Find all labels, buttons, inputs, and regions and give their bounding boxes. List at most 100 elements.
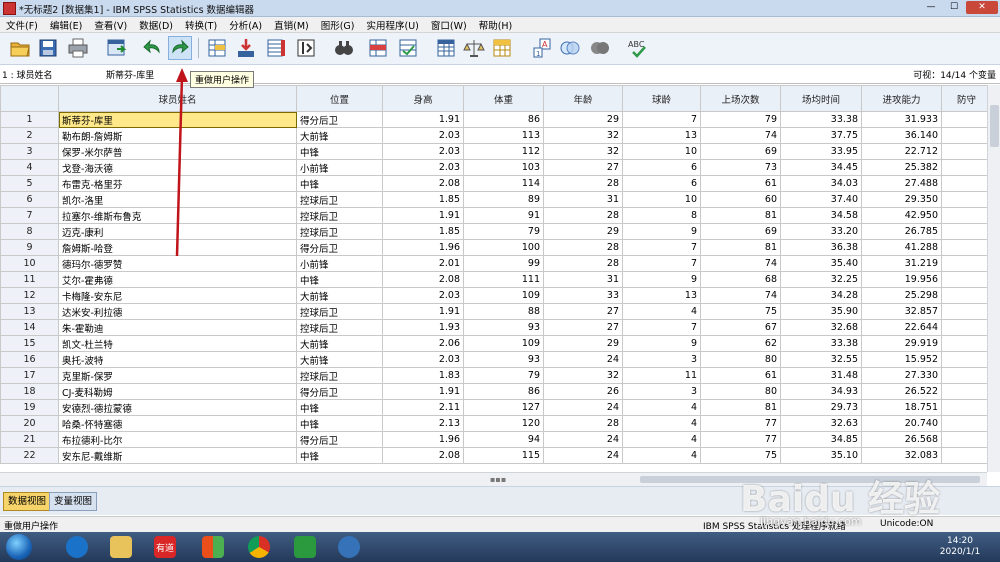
insert-cases-icon[interactable] xyxy=(366,36,390,60)
table-cell[interactable]: 布拉德利-比尔 xyxy=(58,431,297,448)
column-header[interactable]: 球员姓名 xyxy=(58,85,297,112)
horizontal-scroll-thumb[interactable] xyxy=(640,476,980,483)
table-cell[interactable]: 79 xyxy=(463,367,544,384)
row-number[interactable]: 9 xyxy=(0,239,59,256)
row-number[interactable]: 20 xyxy=(0,415,59,432)
sogou-icon[interactable] xyxy=(58,534,96,560)
table-cell[interactable] xyxy=(941,287,992,304)
table-cell[interactable]: 18.751 xyxy=(861,399,942,416)
table-cell[interactable]: 9 xyxy=(622,223,701,240)
table-cell[interactable]: 得分后卫 xyxy=(296,431,383,448)
table-cell[interactable]: 得分后卫 xyxy=(296,111,383,128)
goto-case-icon[interactable] xyxy=(205,36,229,60)
column-header[interactable]: 年龄 xyxy=(543,85,623,112)
table-cell[interactable]: 33.20 xyxy=(780,223,862,240)
horizontal-scrollbar[interactable]: ▪▪▪ xyxy=(0,472,987,486)
table-cell[interactable] xyxy=(941,367,992,384)
table-row[interactable]: 4 戈登-海沃德 小前锋 2.03 103 27 6 73 34.45 25.382 xyxy=(0,159,992,176)
table-cell[interactable]: 22.644 xyxy=(861,319,942,336)
table-cell[interactable]: 61 xyxy=(700,175,781,192)
column-header[interactable]: 防守 xyxy=(941,85,992,112)
table-cell[interactable]: 控球后卫 xyxy=(296,367,383,384)
table-cell[interactable]: 74 xyxy=(700,127,781,144)
table-cell[interactable]: 2.03 xyxy=(382,351,464,368)
table-cell[interactable]: 德玛尔-德罗赞 xyxy=(58,255,297,272)
table-cell[interactable]: 75 xyxy=(700,447,781,464)
table-row[interactable]: 8 迈克-康利 控球后卫 1.85 79 29 9 69 33.20 26.785 xyxy=(0,223,992,240)
table-cell[interactable]: 20.740 xyxy=(861,415,942,432)
table-cell[interactable]: 25.382 xyxy=(861,159,942,176)
table-row[interactable]: 10 德玛尔-德罗赞 小前锋 2.01 99 28 7 74 35.40 31.219 xyxy=(0,255,992,272)
table-cell[interactable]: 1.85 xyxy=(382,191,464,208)
table-cell[interactable]: 99 xyxy=(463,255,544,272)
table-row[interactable]: 3 保罗-米尔萨普 中锋 2.03 112 32 10 69 33.95 22.712 xyxy=(0,143,992,160)
table-cell[interactable] xyxy=(941,383,992,400)
table-cell[interactable]: 2.13 xyxy=(382,415,464,432)
minimize-button[interactable]: — xyxy=(920,1,942,14)
table-cell[interactable]: 大前锋 xyxy=(296,335,383,352)
table-cell[interactable]: 2.08 xyxy=(382,175,464,192)
youdao-icon[interactable]: 有道 xyxy=(146,534,184,560)
table-cell[interactable]: 中锋 xyxy=(296,143,383,160)
table-cell[interactable]: 33 xyxy=(543,287,623,304)
start-button[interactable] xyxy=(6,534,32,560)
table-cell[interactable]: 4 xyxy=(622,431,701,448)
table-cell[interactable]: 100 xyxy=(463,239,544,256)
office-icon[interactable] xyxy=(194,534,232,560)
row-number[interactable]: 18 xyxy=(0,383,59,400)
table-cell[interactable]: 中锋 xyxy=(296,175,383,192)
vertical-scrollbar[interactable] xyxy=(987,85,1000,472)
table-cell[interactable] xyxy=(941,207,992,224)
table-row[interactable]: 21 布拉德利-比尔 得分后卫 1.96 94 24 4 77 34.85 26.568 xyxy=(0,431,992,448)
column-header[interactable]: 球龄 xyxy=(622,85,701,112)
select-cases-icon[interactable] xyxy=(490,36,514,60)
table-cell[interactable]: 24 xyxy=(543,447,623,464)
table-row[interactable]: 9 詹姆斯-哈登 得分后卫 1.96 100 28 7 81 36.38 41.288 xyxy=(0,239,992,256)
menu-direct-marketing[interactable]: 直销(M) xyxy=(268,18,315,32)
table-cell[interactable]: 斯蒂芬-库里 xyxy=(58,111,297,128)
chrome-icon[interactable] xyxy=(240,534,278,560)
table-cell[interactable]: 32.55 xyxy=(780,351,862,368)
table-cell[interactable] xyxy=(941,159,992,176)
row-number[interactable]: 22 xyxy=(0,447,59,464)
table-cell[interactable]: 1.91 xyxy=(382,303,464,320)
table-cell[interactable]: 1.85 xyxy=(382,223,464,240)
split-file-icon[interactable] xyxy=(434,36,458,60)
menu-graphs[interactable]: 图形(G) xyxy=(315,18,361,32)
table-cell[interactable]: 9 xyxy=(622,271,701,288)
table-row[interactable]: 1 斯蒂芬-库里 得分后卫 1.91 86 29 7 79 33.38 31.933 xyxy=(0,111,992,128)
table-cell[interactable]: 29.350 xyxy=(861,191,942,208)
table-cell[interactable]: 37.40 xyxy=(780,191,862,208)
table-cell[interactable]: 7 xyxy=(622,239,701,256)
table-cell[interactable]: 93 xyxy=(463,319,544,336)
run-descriptives-icon[interactable] xyxy=(294,36,318,60)
cell-value-field[interactable]: 斯蒂芬-库里 xyxy=(106,68,154,81)
table-cell[interactable]: 迈克-康利 xyxy=(58,223,297,240)
table-cell[interactable]: 81 xyxy=(700,399,781,416)
table-cell[interactable]: 127 xyxy=(463,399,544,416)
table-cell[interactable]: 1.93 xyxy=(382,319,464,336)
table-cell[interactable]: 27.488 xyxy=(861,175,942,192)
table-cell[interactable]: 29 xyxy=(543,223,623,240)
table-cell[interactable]: 35.90 xyxy=(780,303,862,320)
table-cell[interactable]: 保罗-米尔萨普 xyxy=(58,143,297,160)
table-cell[interactable]: 103 xyxy=(463,159,544,176)
table-cell[interactable]: 中锋 xyxy=(296,415,383,432)
table-cell[interactable]: 安德烈-德拉蒙德 xyxy=(58,399,297,416)
table-cell[interactable]: 77 xyxy=(700,415,781,432)
table-row[interactable]: 7 拉塞尔-维斯布鲁克 控球后卫 1.91 91 28 8 81 34.58 42.950 xyxy=(0,207,992,224)
table-cell[interactable]: 得分后卫 xyxy=(296,383,383,400)
table-cell[interactable]: 28 xyxy=(543,175,623,192)
row-number[interactable]: 2 xyxy=(0,127,59,144)
table-cell[interactable]: 26 xyxy=(543,383,623,400)
column-header[interactable]: 身高 xyxy=(382,85,464,112)
table-cell[interactable] xyxy=(941,335,992,352)
table-cell[interactable]: 29 xyxy=(543,111,623,128)
table-cell[interactable]: 2.08 xyxy=(382,447,464,464)
table-cell[interactable]: 克里斯-保罗 xyxy=(58,367,297,384)
table-row[interactable]: 20 哈桑-怀特塞德 中锋 2.13 120 28 4 77 32.63 20.740 xyxy=(0,415,992,432)
table-cell[interactable]: 34.28 xyxy=(780,287,862,304)
table-cell[interactable]: 29.73 xyxy=(780,399,862,416)
system-clock[interactable]: 14:20 2020/1/1 xyxy=(930,536,990,558)
table-cell[interactable]: 41.288 xyxy=(861,239,942,256)
